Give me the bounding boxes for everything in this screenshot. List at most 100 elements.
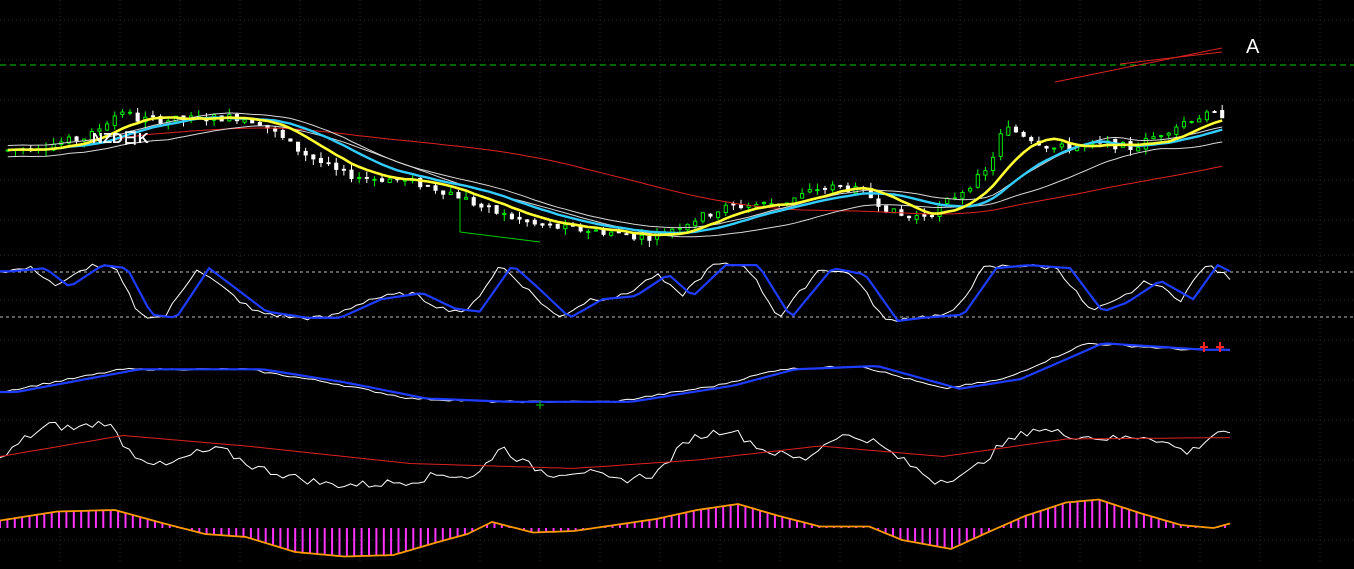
candle: [983, 166, 988, 181]
candle-body: [1197, 118, 1202, 123]
candle-body: [464, 197, 469, 200]
candle-body: [1220, 110, 1225, 119]
candle-body: [998, 133, 1003, 157]
candle: [1059, 141, 1064, 151]
chart-canvas: NZD日K A: [0, 0, 1354, 564]
candle: [1021, 130, 1026, 138]
candle: [486, 203, 492, 213]
trendline-red-lower: [1119, 51, 1223, 65]
candle: [326, 156, 331, 166]
candle-body: [884, 205, 889, 213]
candle: [807, 183, 812, 194]
candle: [509, 211, 514, 220]
candle-body: [1044, 145, 1049, 149]
candle: [838, 184, 843, 189]
candle: [1220, 104, 1225, 119]
candle: [1029, 135, 1034, 144]
candle: [532, 218, 537, 227]
candle: [295, 141, 301, 156]
candle-body: [677, 227, 682, 230]
candle-body: [288, 138, 293, 142]
candle: [464, 192, 469, 200]
candle: [960, 190, 965, 205]
candle-body: [387, 178, 392, 183]
candle: [280, 128, 285, 140]
candle-body: [983, 170, 988, 176]
candle-body: [1181, 121, 1187, 128]
trend-white-line: [0, 342, 1231, 404]
candle: [433, 183, 438, 194]
candle: [135, 108, 140, 122]
candle-body: [280, 129, 285, 138]
candle: [59, 137, 64, 147]
candle: [1151, 132, 1156, 140]
candle-body: [318, 157, 324, 164]
candle-body: [1189, 121, 1194, 124]
candle: [120, 109, 125, 118]
candle-body: [601, 229, 606, 235]
candle: [876, 193, 881, 213]
candle-body: [1166, 132, 1171, 136]
candle-body: [540, 223, 545, 226]
candle: [555, 223, 560, 230]
candle-body: [127, 111, 133, 114]
candle-body: [555, 223, 560, 229]
candle: [700, 212, 705, 224]
candle: [127, 109, 133, 116]
candle-body: [731, 203, 736, 206]
candle-body: [632, 233, 637, 240]
macd-panel: [0, 498, 1231, 558]
candle: [1197, 114, 1202, 123]
candle-body: [822, 187, 828, 190]
candle: [265, 124, 270, 134]
candle-body: [975, 174, 980, 188]
annotation-a: A: [1246, 36, 1260, 58]
momentum-panel: [0, 420, 1231, 489]
candle-body: [624, 233, 629, 236]
candle-body: [74, 136, 79, 142]
stochastic-d-line: [0, 263, 1231, 323]
candle-body: [670, 228, 675, 233]
candle-body: [937, 204, 942, 217]
candle: [441, 190, 446, 200]
candle: [708, 213, 713, 219]
candle: [357, 172, 362, 184]
candle-body: [448, 191, 453, 195]
candle-body: [334, 162, 339, 170]
moving-average-series: [7, 112, 1223, 238]
candle-body: [723, 204, 728, 213]
candle-body: [1021, 131, 1026, 137]
candle: [968, 186, 973, 194]
candle: [502, 209, 507, 222]
candle-body: [456, 192, 461, 199]
candle: [1044, 145, 1049, 153]
chart-root: NZD日K A: [0, 0, 1354, 564]
candle: [830, 181, 835, 194]
candle: [586, 229, 591, 240]
candle: [548, 220, 553, 229]
candle: [1159, 134, 1164, 142]
candle-body: [593, 229, 598, 232]
candle: [112, 111, 117, 130]
candle: [906, 215, 912, 222]
candle-body: [120, 111, 125, 115]
candle-body: [494, 205, 499, 214]
candle-body: [1013, 126, 1019, 133]
candle-body: [380, 178, 385, 182]
candle-body: [1212, 111, 1217, 113]
candle-body: [295, 141, 301, 152]
candle: [800, 188, 805, 199]
candle-body: [838, 185, 843, 187]
candle-body: [273, 127, 278, 132]
candle-body: [1159, 135, 1164, 138]
candle-body: [830, 184, 835, 191]
candle-body: [708, 213, 713, 217]
candle-body: [257, 122, 262, 126]
candle: [1189, 120, 1194, 124]
candle-body: [914, 215, 919, 220]
macd-signal-line: [0, 498, 1231, 558]
candle-body: [471, 197, 476, 206]
candle-body: [372, 178, 377, 181]
ma-line-cyan: [7, 116, 1223, 235]
candle: [723, 202, 728, 217]
